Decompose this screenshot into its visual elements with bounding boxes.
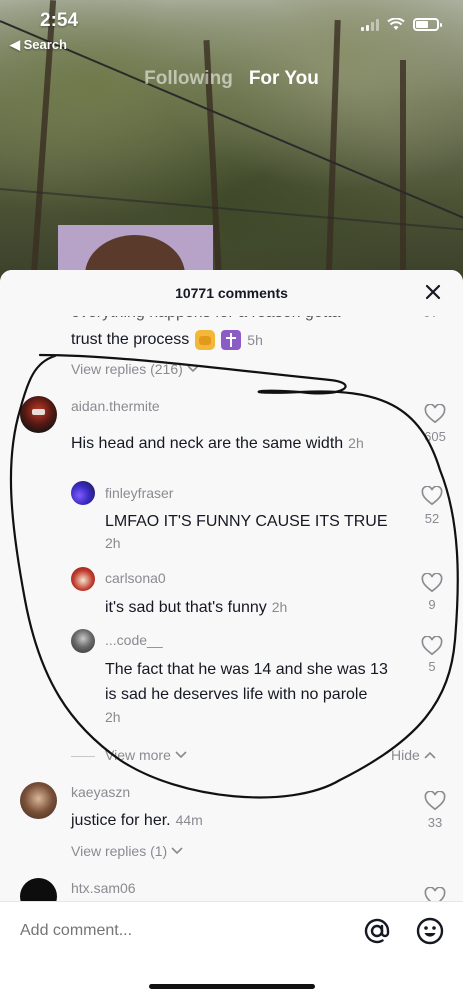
view-replies-label: View replies (1)	[71, 843, 168, 859]
hide-label: Hide	[391, 747, 420, 763]
like-count: 52	[424, 511, 440, 526]
cellular-signal-icon	[361, 18, 379, 31]
like-count: 33	[427, 815, 443, 830]
chevron-up-icon	[424, 751, 436, 759]
view-replies-label: View replies (216)	[71, 361, 183, 377]
comment-text: justice for her.	[71, 812, 171, 829]
reply-username[interactable]: carlsona0	[105, 570, 166, 586]
avatar[interactable]	[20, 396, 57, 433]
tab-for-you[interactable]: For You	[249, 68, 319, 90]
prev-comment-view-replies[interactable]: View replies (216)	[71, 361, 199, 377]
view-more-button[interactable]: View more	[105, 747, 187, 763]
chevron-down-icon	[171, 847, 183, 855]
heart-icon[interactable]	[421, 636, 443, 656]
latin-cross-emoji-icon	[221, 329, 242, 350]
comment-username[interactable]: aidan.thermite	[71, 398, 160, 414]
mention-at-icon[interactable]	[363, 917, 391, 945]
thread-divider	[71, 756, 95, 757]
reply-text: it's sad but that's funny	[105, 599, 267, 616]
emoji-icon[interactable]	[416, 917, 444, 945]
comment-count-title: 10771 comments	[175, 285, 288, 301]
view-replies-button[interactable]: View replies (1)	[71, 843, 183, 859]
add-comment-input[interactable]	[20, 922, 340, 940]
avatar[interactable]	[71, 567, 95, 591]
like-count: 605	[424, 429, 446, 444]
heart-icon[interactable]	[421, 573, 443, 593]
prev-comment-text: trust the process	[71, 331, 190, 348]
reply-username[interactable]: finleyfraser	[105, 485, 173, 501]
reply-username[interactable]: ...code__	[105, 632, 163, 648]
comment-username[interactable]: kaeyaszn	[71, 784, 130, 800]
chevron-down-icon	[175, 751, 187, 759]
like-count: 9	[428, 597, 436, 612]
reply-body: it's sad but that's funny 2h	[105, 595, 287, 621]
prev-comment-line: trust the process 5h	[71, 327, 263, 353]
heart-icon[interactable]	[424, 404, 446, 424]
view-more-label: View more	[105, 747, 171, 763]
comments-sheet: everything happens for a reason gotta 07…	[0, 270, 463, 1000]
battery-icon	[413, 18, 442, 31]
comment-time: 44m	[175, 812, 203, 828]
close-icon[interactable]	[423, 282, 443, 302]
avatar[interactable]	[71, 481, 95, 505]
raised-fist-emoji-icon	[195, 329, 216, 350]
sheet-header: 10771 comments	[0, 270, 463, 316]
reply-time: 2h	[271, 599, 288, 615]
reply-time: 2h	[105, 535, 121, 551]
status-icons	[361, 18, 442, 31]
reply-text-line-2: is sad he deserves life with no parole	[105, 686, 368, 703]
comment-input-bar	[0, 901, 463, 1000]
heart-icon[interactable]	[424, 791, 446, 811]
avatar[interactable]	[20, 782, 57, 819]
like-count: 5	[428, 659, 436, 674]
back-to-search-link[interactable]: ◀ Search	[10, 37, 67, 53]
tab-following[interactable]: Following	[144, 68, 233, 90]
feed-tabs: Following For You	[0, 68, 463, 90]
comment-text: His head and neck are the same width	[71, 435, 344, 452]
comment-username[interactable]: htx.sam06	[71, 880, 136, 896]
hide-button[interactable]: Hide	[391, 747, 436, 763]
chevron-down-icon	[187, 365, 199, 373]
status-time: 2:54	[40, 10, 79, 31]
reply-text: LMFAO IT'S FUNNY CAUSE ITS TRUE	[105, 513, 388, 530]
home-indicator	[149, 984, 315, 989]
wifi-icon	[387, 18, 405, 30]
comment-body: justice for her. 44m	[71, 808, 203, 834]
avatar[interactable]	[71, 629, 95, 653]
reply-time: 2h	[105, 709, 121, 725]
comment-time: 2h	[348, 435, 364, 451]
status-bar: 2:54 ◀ Search	[0, 0, 463, 58]
heart-icon[interactable]	[421, 486, 443, 506]
prev-comment-time: 5h	[247, 331, 263, 348]
reply-text-line-1: The fact that he was 14 and she was 13	[105, 661, 388, 678]
comment-body: His head and neck are the same width 2h	[71, 431, 364, 457]
